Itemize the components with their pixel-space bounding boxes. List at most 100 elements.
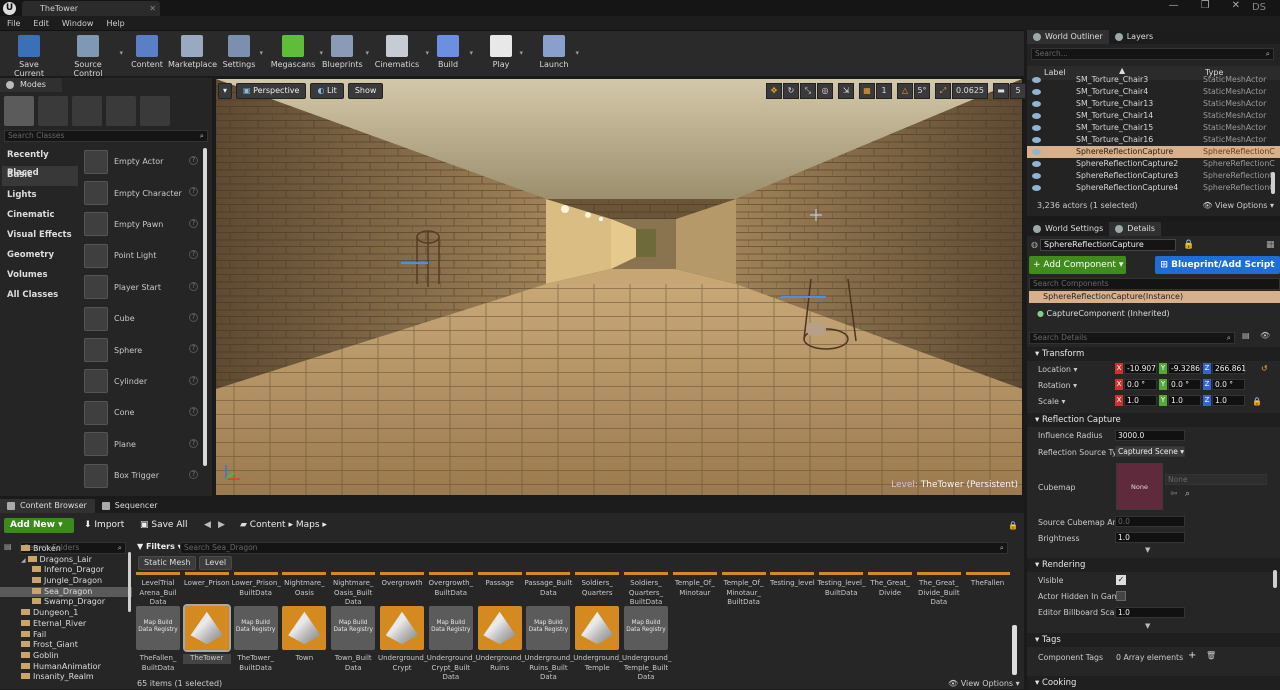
location-y-field[interactable]: -9.3286 bbox=[1168, 363, 1201, 374]
folder-frost-giant[interactable]: Frost_Giant bbox=[0, 640, 132, 651]
map-build-data-thumbnail[interactable]: Map Build Data Registry bbox=[331, 606, 376, 650]
asset-leveltrial-arena-buil-data[interactable]: LevelTrial Arena_Buil Data bbox=[134, 579, 182, 608]
help-icon[interactable]: ? bbox=[189, 218, 198, 228]
tab-layers[interactable]: Layers bbox=[1109, 30, 1159, 44]
asset-underground-ruins-built-data[interactable]: Underground_ Ruins_Built Data bbox=[524, 654, 573, 683]
placeable-empty-actor[interactable]: Empty Actor? bbox=[82, 146, 200, 177]
asset-lower-prison-builtdata[interactable]: Lower_Prison_ BuiltData bbox=[232, 579, 281, 598]
dropdown-arrow-icon[interactable]: ▾ bbox=[259, 49, 263, 57]
save-current-button[interactable]: Save Current bbox=[6, 35, 52, 78]
delete-icon[interactable]: 🗑 bbox=[1206, 651, 1216, 660]
document-tab[interactable]: TheTower ✕ bbox=[22, 1, 160, 16]
rotation-y-field[interactable]: 0.0 ° bbox=[1168, 379, 1201, 390]
expand-advanced-icon[interactable]: ▼ bbox=[1145, 546, 1150, 554]
tab-sequencer[interactable]: Sequencer bbox=[95, 499, 166, 513]
maximize-icon[interactable]: ❐ bbox=[1201, 0, 1210, 11]
browse-icon[interactable]: ⌕ bbox=[1185, 489, 1190, 499]
paint-mode-icon[interactable] bbox=[38, 96, 68, 126]
component-inherited-row[interactable]: ● CaptureComponent (Inherited) bbox=[1037, 309, 1170, 318]
menu-edit[interactable]: Edit bbox=[33, 19, 49, 28]
visibility-eye-icon[interactable] bbox=[1032, 137, 1041, 143]
visibility-eye-icon[interactable] bbox=[1032, 89, 1041, 95]
grid-snap-value[interactable]: 1 bbox=[876, 83, 892, 99]
close-window-icon[interactable]: ✕ bbox=[1232, 0, 1240, 11]
scale-lock-icon[interactable]: 🔒 bbox=[1252, 397, 1262, 406]
outliner-row[interactable]: SM_Torture_Chair13 StaticMeshActor bbox=[1027, 98, 1280, 110]
place-mode-icon[interactable] bbox=[4, 96, 34, 126]
cb-view-options[interactable]: 👁 View Options ▾ bbox=[948, 679, 1020, 688]
placeable-empty-pawn[interactable]: Empty Pawn? bbox=[82, 209, 200, 240]
outliner-row[interactable]: SM_Torture_Chair3 StaticMeshActor bbox=[1027, 74, 1280, 86]
asset-temple-of-minotaur-builtdata[interactable]: Temple_Of_ Minotaur_ BuiltData bbox=[720, 579, 768, 608]
help-icon[interactable]: ? bbox=[189, 281, 198, 291]
source-cubemap-angle-field[interactable]: 0.0 bbox=[1115, 516, 1185, 527]
level-thumbnail[interactable] bbox=[182, 604, 231, 652]
asset-scrollbar[interactable] bbox=[1012, 625, 1017, 675]
visibility-eye-icon[interactable] bbox=[1032, 101, 1041, 107]
influence-radius-field[interactable]: 3000.0 bbox=[1115, 430, 1185, 441]
help-icon[interactable]: ? bbox=[189, 375, 198, 385]
category-visual-effects[interactable]: Visual Effects bbox=[2, 226, 78, 246]
add-component-button[interactable]: + Add Component ▾ bbox=[1029, 256, 1126, 274]
reflection-capture-section[interactable]: ▾ Reflection Capture bbox=[1027, 413, 1280, 427]
folder-inferno-dragor[interactable]: Inferno_Dragor bbox=[0, 565, 132, 576]
visibility-eye-icon[interactable]: 👁 bbox=[1260, 331, 1270, 340]
cubemap-asset-picker[interactable]: None bbox=[1165, 474, 1267, 485]
world-local-icon[interactable]: ◎ bbox=[817, 83, 833, 99]
folder-swamp-dragor[interactable]: Swamp_Dragor bbox=[0, 597, 132, 608]
hidden-in-game-checkbox[interactable] bbox=[1116, 591, 1126, 601]
close-tab-icon[interactable]: ✕ bbox=[149, 1, 156, 16]
outliner-row[interactable]: SphereReflectionCapture2 SphereReflection… bbox=[1027, 158, 1280, 170]
folder-sea-dragon[interactable]: Sea_Dragon bbox=[0, 586, 132, 598]
asset-search-input[interactable]: Search Sea_Dragon ⌕ bbox=[180, 542, 1008, 554]
translate-icon[interactable]: ✥ bbox=[766, 83, 782, 99]
breadcrumb-maps[interactable]: Maps bbox=[296, 520, 320, 530]
cooking-section[interactable]: ▾ Cooking bbox=[1027, 676, 1280, 690]
folder-dragons-lair[interactable]: ◢ Dragons_Lair bbox=[0, 555, 132, 566]
transform-section[interactable]: ▾ Transform bbox=[1027, 347, 1280, 361]
source-control-button[interactable]: Source Control ▾ bbox=[60, 35, 123, 78]
placeable-empty-character[interactable]: Empty Character? bbox=[82, 177, 200, 208]
save-all-button[interactable]: ▣ Save All bbox=[140, 518, 188, 533]
lock-icon[interactable]: 🔒 bbox=[1183, 240, 1194, 250]
launch-button[interactable]: Launch ▾ bbox=[536, 35, 579, 69]
placeable-player-start[interactable]: Player Start? bbox=[82, 272, 200, 303]
outliner-row[interactable]: SM_Torture_Chair16 StaticMeshActor bbox=[1027, 134, 1280, 146]
asset-lower-prison[interactable]: Lower_Prison bbox=[183, 579, 231, 589]
marketplace-button[interactable]: Marketplace bbox=[168, 35, 217, 69]
asset-underground-crypt-built-data[interactable]: Underground_ Crypt_Built Data bbox=[427, 654, 476, 683]
asset-passage-built-data[interactable]: Passage_Built Data bbox=[524, 579, 572, 598]
asset-overgrowth-builtdata[interactable]: Overgrowth_ BuiltData bbox=[427, 579, 475, 598]
visible-checkbox[interactable]: ✓ bbox=[1116, 575, 1126, 585]
location-z-field[interactable]: 266.861 bbox=[1212, 363, 1246, 374]
visibility-eye-icon[interactable] bbox=[1032, 161, 1041, 167]
outliner-row[interactable]: SphereReflectionCapture SphereReflectionC bbox=[1027, 146, 1280, 158]
asset-nightmare-oasis[interactable]: Nightmare_ Oasis bbox=[280, 579, 328, 598]
location-x-field[interactable]: -10.907 bbox=[1124, 363, 1157, 374]
tab-world-outliner[interactable]: World Outliner bbox=[1027, 30, 1109, 44]
foliage-mode-icon[interactable] bbox=[106, 96, 136, 126]
folder-eternal-river[interactable]: Eternal_River bbox=[0, 619, 132, 630]
filter-chip-static-mesh[interactable]: Static Mesh bbox=[138, 556, 197, 570]
scale-y-field[interactable]: 1.0 bbox=[1168, 395, 1201, 406]
dropdown-arrow-icon[interactable]: ▾ bbox=[519, 49, 523, 57]
brightness-field[interactable]: 1.0 bbox=[1115, 532, 1185, 543]
cinematics-button[interactable]: Cinematics ▾ bbox=[372, 35, 429, 69]
category-all-classes[interactable]: All Classes bbox=[2, 286, 78, 306]
level-thumbnail[interactable] bbox=[380, 606, 424, 650]
level-viewport[interactable] bbox=[216, 79, 1022, 495]
modes-tab[interactable]: Modes bbox=[0, 78, 62, 92]
asset-the-great-divide[interactable]: The_Great_ Divide bbox=[866, 579, 914, 598]
outliner-row[interactable]: SphereReflectionCapture4 SphereReflection… bbox=[1027, 182, 1280, 194]
expand-rendering-icon[interactable]: ▼ bbox=[1145, 622, 1150, 630]
cubemap-thumbnail[interactable]: None bbox=[1116, 463, 1163, 510]
visibility-eye-icon[interactable] bbox=[1032, 77, 1041, 83]
category-lights[interactable]: Lights bbox=[2, 186, 78, 206]
map-build-data-thumbnail[interactable]: Map Build Data Registry bbox=[526, 606, 571, 650]
category-cinematic[interactable]: Cinematic bbox=[2, 206, 78, 226]
visibility-eye-icon[interactable] bbox=[1032, 173, 1041, 179]
filter-chip-level[interactable]: Level bbox=[199, 556, 233, 570]
dropdown-arrow-icon[interactable]: ▾ bbox=[119, 49, 123, 57]
perspective-button[interactable]: ▣ Perspective bbox=[236, 83, 307, 99]
property-matrix-icon[interactable]: ▤ bbox=[1242, 331, 1250, 340]
